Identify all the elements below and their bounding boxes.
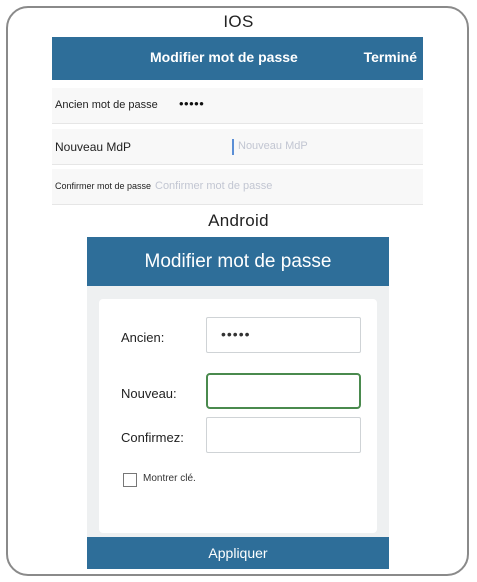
android-new-label: Nouveau: bbox=[121, 386, 177, 401]
ios-confirm-password-label: Confirmer mot de passe bbox=[55, 181, 152, 191]
android-confirm-input[interactable] bbox=[206, 417, 361, 453]
ios-nav-title: Modifier mot de passe bbox=[150, 49, 298, 65]
apply-button[interactable]: Appliquer bbox=[87, 537, 389, 569]
ios-new-password-row[interactable]: Nouveau MdP Nouveau MdP bbox=[52, 129, 423, 165]
android-new-input[interactable] bbox=[206, 373, 361, 409]
android-old-input[interactable]: ••••• bbox=[206, 317, 361, 353]
ios-confirm-password-field[interactable]: Confirmer mot de passe bbox=[155, 180, 272, 192]
ios-confirm-password-row[interactable]: Confirmer mot de passe Confirmer mot de … bbox=[52, 169, 423, 205]
android-section-label: Android bbox=[208, 211, 269, 230]
android-confirm-label: Confirmez: bbox=[121, 430, 184, 445]
show-key-label: Montrer clé. bbox=[143, 473, 196, 484]
ios-nav-bar: Modifier mot de passe Terminé bbox=[52, 37, 423, 80]
ios-old-password-value[interactable]: ••••• bbox=[179, 96, 204, 111]
android-form-panel: Ancien: ••••• Nouveau: Confirmez: Montre… bbox=[99, 299, 377, 533]
ios-section-label: IOS bbox=[223, 12, 254, 31]
android-old-label: Ancien: bbox=[121, 330, 165, 345]
show-key-checkbox[interactable] bbox=[123, 473, 137, 487]
ios-new-password-label: Nouveau MdP bbox=[55, 140, 132, 154]
android-old-value: ••••• bbox=[221, 326, 251, 342]
ios-done-button[interactable]: Terminé bbox=[364, 49, 417, 65]
ios-old-password-label: Ancien mot de passe bbox=[55, 99, 158, 111]
text-cursor bbox=[232, 139, 234, 155]
android-dialog: Modifier mot de passe Ancien: ••••• Nouv… bbox=[87, 237, 389, 569]
android-dialog-title: Modifier mot de passe bbox=[87, 237, 389, 286]
ios-old-password-row[interactable]: Ancien mot de passe ••••• bbox=[52, 88, 423, 124]
ios-new-password-field[interactable]: Nouveau MdP bbox=[238, 140, 308, 152]
